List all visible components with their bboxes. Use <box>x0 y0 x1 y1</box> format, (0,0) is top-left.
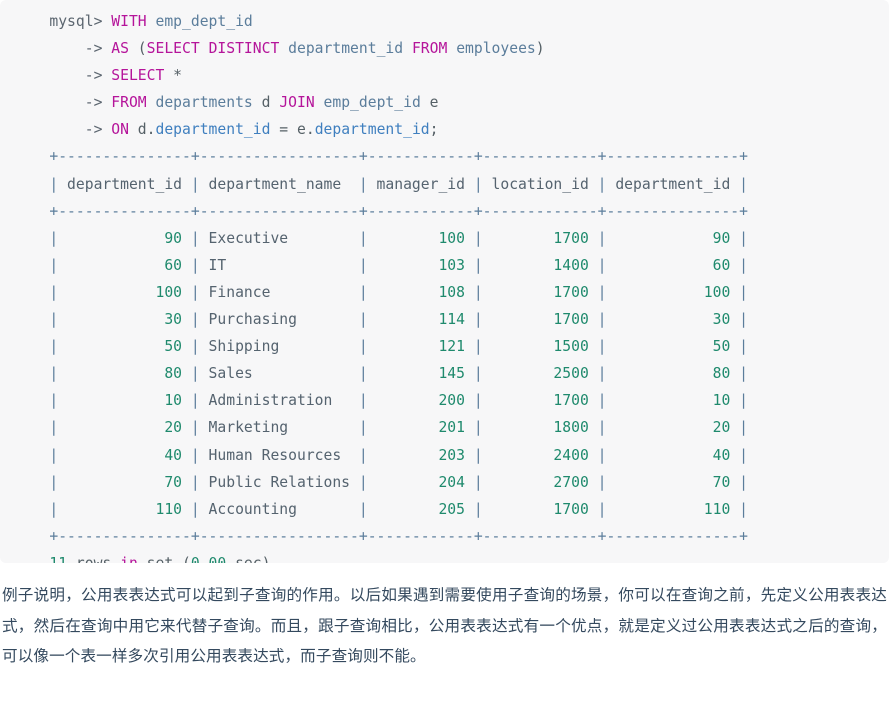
continuation-prompt: -> <box>84 67 103 85</box>
table-cell: 50 <box>606 338 740 356</box>
table-cell: 10 <box>606 392 740 410</box>
table-cell: 121 <box>367 338 474 356</box>
continuation-prompt: -> <box>84 94 103 112</box>
table-cell: 200 <box>367 392 474 410</box>
column-header: department_name <box>199 175 359 193</box>
column-header: location_id <box>482 175 598 193</box>
table-cell: Marketing <box>199 419 359 437</box>
table-cell: 30 <box>606 311 740 329</box>
table-row: | 50 | Shipping | 121 | 1500 | 50 | <box>49 338 748 356</box>
table-cell: 100 <box>606 283 740 301</box>
table-cell: 1700 <box>482 229 598 247</box>
table-rule: +---------------+------------------+----… <box>49 527 748 545</box>
table-row: | 40 | Human Resources | 203 | 2400 | 40… <box>49 446 748 464</box>
table-row: | 30 | Purchasing | 114 | 1700 | 30 | <box>49 311 748 329</box>
table-cell: Human Resources <box>199 446 359 464</box>
table-cell: Administration <box>199 392 359 410</box>
code-line: -> AS (SELECT DISTINCT department_id FRO… <box>84 40 545 58</box>
table-cell: Accounting <box>199 500 359 518</box>
table-rule: +---------------+------------------+----… <box>49 148 748 166</box>
code-line: -> SELECT * <box>84 67 183 85</box>
table-cell: 40 <box>58 446 191 464</box>
table-cell: 70 <box>58 473 191 491</box>
table-cell: 110 <box>606 500 740 518</box>
table-cell: 110 <box>58 500 191 518</box>
table-row: | 110 | Accounting | 205 | 1700 | 110 | <box>49 500 748 518</box>
column-header: department_id <box>606 175 740 193</box>
table-cell: 30 <box>58 311 191 329</box>
table-row: | 100 | Finance | 108 | 1700 | 100 | <box>49 283 748 301</box>
table-cell: 1700 <box>482 500 598 518</box>
code-line: -> ON d.department_id = e.department_id; <box>84 121 439 139</box>
table-row: | 60 | IT | 103 | 1400 | 60 | <box>49 256 748 274</box>
mysql-prompt: mysql> <box>49 13 103 30</box>
column-header: department_id <box>58 175 191 193</box>
sql-console-output: mysql> WITH emp_dept_id -> AS (SELECT DI… <box>0 2 889 563</box>
table-cell: 100 <box>58 283 191 301</box>
table-cell: IT <box>199 256 359 274</box>
table-cell: 1700 <box>482 392 598 410</box>
table-cell: 10 <box>58 392 191 410</box>
table-cell: Shipping <box>199 338 359 356</box>
table-cell: 60 <box>606 256 740 274</box>
table-cell: 114 <box>367 311 474 329</box>
table-cell: 40 <box>606 446 740 464</box>
table-cell: 205 <box>367 500 474 518</box>
table-cell: 204 <box>367 473 474 491</box>
table-cell: 203 <box>367 446 474 464</box>
table-cell: 20 <box>606 419 740 437</box>
table-header-row: | department_id | department_name | mana… <box>49 175 748 193</box>
continuation-prompt: -> <box>84 40 103 58</box>
column-header: manager_id <box>367 175 474 193</box>
table-cell: Public Relations <box>199 473 359 491</box>
table-cell: Finance <box>199 283 359 301</box>
table-cell: 1500 <box>482 338 598 356</box>
table-cell: 145 <box>367 365 474 383</box>
table-row: | 10 | Administration | 200 | 1700 | 10 … <box>49 392 748 410</box>
table-cell: Executive <box>199 229 359 247</box>
table-cell: 60 <box>58 256 191 274</box>
table-cell: 108 <box>367 283 474 301</box>
table-cell: 50 <box>58 338 191 356</box>
table-cell: Sales <box>199 365 359 383</box>
sql-console-code-block: mysql> WITH emp_dept_id -> AS (SELECT DI… <box>0 0 889 563</box>
explanation-paragraph: 例子说明，公用表表达式可以起到子查询的作用。以后如果遇到需要使用子查询的场景，你… <box>2 587 887 665</box>
table-cell: 90 <box>58 229 191 247</box>
table-cell: 201 <box>367 419 474 437</box>
table-cell: 20 <box>58 419 191 437</box>
continuation-prompt: -> <box>84 121 103 139</box>
table-cell: 1400 <box>482 256 598 274</box>
table-cell: 70 <box>606 473 740 491</box>
table-cell: 100 <box>367 229 474 247</box>
table-cell: 103 <box>367 256 474 274</box>
table-rule: +---------------+------------------+----… <box>49 202 748 220</box>
table-cell: Purchasing <box>199 311 359 329</box>
table-row: | 70 | Public Relations | 204 | 2700 | 7… <box>49 473 748 491</box>
table-row: | 80 | Sales | 145 | 2500 | 80 | <box>49 365 748 383</box>
table-cell: 2700 <box>482 473 598 491</box>
table-cell: 80 <box>606 365 740 383</box>
table-cell: 2500 <box>482 365 598 383</box>
table-cell: 2400 <box>482 446 598 464</box>
table-cell: 90 <box>606 229 740 247</box>
result-footer: 11 rows in set (0.00 sec) <box>14 550 889 563</box>
code-line: mysql> WITH emp_dept_id <box>49 13 253 30</box>
table-row: | 20 | Marketing | 201 | 1800 | 20 | <box>49 419 748 437</box>
table-cell: 1800 <box>482 419 598 437</box>
code-line: -> FROM departments d JOIN emp_dept_id e <box>84 94 439 112</box>
table-cell: 1700 <box>482 311 598 329</box>
table-cell: 80 <box>58 365 191 383</box>
table-row: | 90 | Executive | 100 | 1700 | 90 | <box>49 229 748 247</box>
table-cell: 1700 <box>482 283 598 301</box>
